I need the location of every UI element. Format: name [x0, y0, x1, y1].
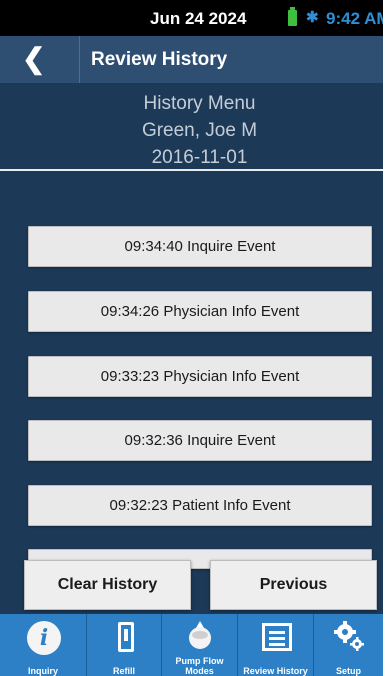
bluetooth-icon: ✱	[306, 9, 319, 26]
nav-review-history-label: Review History	[243, 666, 308, 676]
status-time: 9:42 AM	[326, 9, 383, 28]
info-icon: i	[27, 621, 61, 655]
event-button[interactable]: 09:32:23 Patient Info Event	[28, 485, 372, 526]
history-menu-label: History Menu	[143, 93, 256, 114]
refill-icon	[118, 622, 134, 652]
event-button[interactable]: 09:33:23 Physician Info Event	[28, 356, 372, 397]
review-history-icon	[262, 623, 292, 651]
nav-refill[interactable]: Refill	[87, 614, 162, 676]
event-button[interactable]: 09:32:36 Inquire Event	[28, 420, 372, 461]
event-button[interactable]: 09:34:26 Physician Info Event	[28, 291, 372, 332]
nav-review-history[interactable]: Review History	[238, 614, 314, 676]
pump-icon	[189, 621, 211, 649]
nav-pump-flow-label-line1: Pump Flow	[175, 656, 224, 666]
nav-refill-label: Refill	[112, 666, 135, 676]
event-button[interactable]: 09:34:40 Inquire Event	[28, 226, 372, 267]
nav-pump-flow-modes[interactable]: Pump Flow Modes	[162, 614, 238, 676]
gear-icon	[334, 621, 364, 651]
nav-setup[interactable]: Setup	[314, 614, 383, 676]
header-divider	[0, 169, 383, 171]
nav-pump-flow-label-line2: Modes	[185, 666, 214, 676]
history-date: 2016-11-01	[151, 147, 248, 168]
battery-icon	[288, 7, 297, 26]
review-history-screen: Jun 24 2024 ✱ 9:42 AM ❮ Review History H…	[0, 0, 383, 676]
screen-edge	[383, 0, 387, 676]
page-title: Review History	[91, 49, 228, 70]
back-button[interactable]: ❮	[0, 36, 80, 83]
clear-history-button[interactable]: Clear History	[24, 560, 191, 610]
status-date: Jun 24 2024	[150, 9, 247, 28]
nav-pump-flow-label: Pump Flow Modes	[162, 656, 237, 676]
bottom-nav: i Inquiry Refill Pump Flow Modes Review H…	[0, 614, 383, 676]
previous-button[interactable]: Previous	[210, 560, 377, 610]
title-bar: ❮ Review History	[0, 36, 383, 83]
status-bar: Jun 24 2024 ✱ 9:42 AM	[0, 0, 383, 36]
nav-inquiry[interactable]: i Inquiry	[0, 614, 87, 676]
history-header: History Menu Green, Joe M 2016-11-01	[0, 90, 383, 171]
nav-setup-label: Setup	[335, 666, 361, 676]
patient-name: Green, Joe M	[141, 120, 258, 141]
nav-inquiry-label: Inquiry	[27, 666, 58, 676]
back-chevron-icon: ❮	[22, 43, 46, 74]
